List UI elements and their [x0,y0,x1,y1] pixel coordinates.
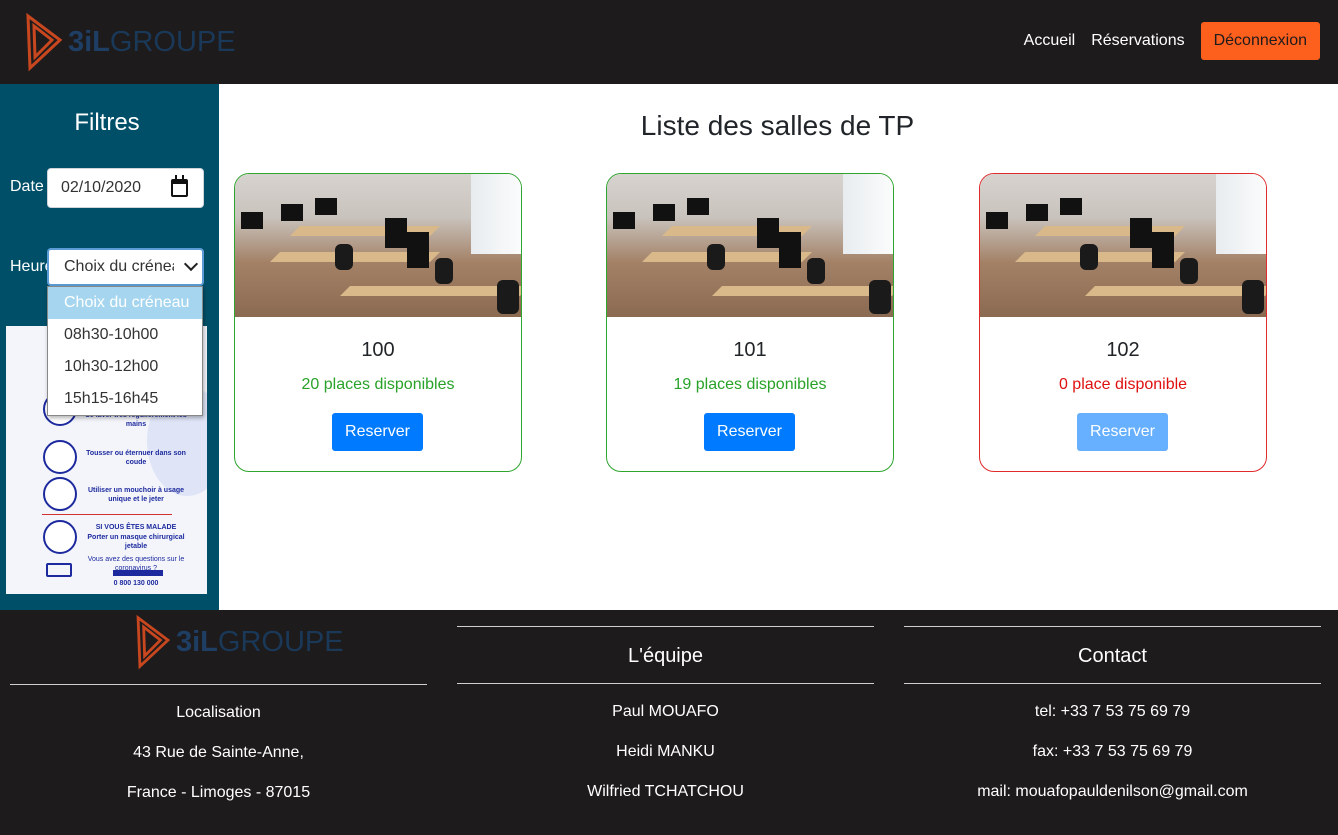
footer-divider [457,626,874,627]
team-member: Paul MOUAFO [612,703,719,720]
footer-logo: 3iLGROUPE [134,614,344,670]
contact-mail[interactable]: mail: mouafopauldenilson@gmail.com [904,783,1321,801]
team-title: L'équipe [628,645,703,667]
contact-tel: tel: +33 7 53 75 69 79 [1034,703,1191,720]
logo-play-icon [26,12,63,72]
header-logo[interactable]: 3iLGROUPE [24,12,236,72]
date-input[interactable]: 02/10/2020 [47,168,204,208]
nav-links: Accueil Réservations Déconnexion [1024,22,1320,60]
logout-button[interactable]: Déconnexion [1200,22,1320,60]
chevron-down-icon [183,256,199,272]
filters-sidebar: Filtres Date 02/10/2020 Heure Choix du c… [0,84,219,610]
room-card-102: 102 0 place disponible Reserver [979,173,1267,472]
poster-phone: 0 800 130 000 [113,580,159,587]
footer-divider [904,626,1321,627]
room-availability: 19 places disponibles [673,376,827,393]
location-title: Localisation [176,704,261,721]
logo-group: GROUPE [217,625,344,658]
room-card-101: 101 19 places disponibles Reserver [606,173,894,472]
time-slot-option[interactable]: 08h30-10h00 [48,319,202,351]
filters-title: Filtres [74,109,140,136]
room-photo [607,174,893,317]
logo-brand: 3iL [176,625,218,658]
date-label: Date [10,178,44,195]
date-value: 02/10/2020 [61,179,142,196]
contact-fax: fax: +33 7 53 75 69 79 [1032,743,1193,760]
time-slot-select[interactable]: Choix du créneau [47,248,204,286]
footer: 3iLGROUPE Localisation 43 Rue de Sainte-… [0,610,1338,835]
poster-line-5: Porter un masque chirurgical jetable [87,534,185,550]
room-availability: 0 place disponible [1058,376,1188,393]
poster-line-2: Tousser ou éternuer dans son coude [86,450,186,466]
poster-banner [113,570,163,576]
logo-brand: 3iL [68,25,110,58]
reserve-button-disabled: Reserver [1077,413,1168,451]
tissue-icon [43,477,77,511]
room-number: 101 [733,339,767,361]
poster-divider [42,514,172,515]
reserve-button[interactable]: Reserver [332,413,423,451]
footer-divider [457,683,874,684]
logo-group: GROUPE [109,25,236,58]
main-content: Liste des salles de TP 100 20 places dis… [219,84,1338,610]
footer-divider [904,683,1321,684]
room-number: 100 [361,339,395,361]
room-photo [980,174,1266,317]
team-member: Wilfried TCHATCHOU [587,783,744,800]
time-slot-dropdown: Choix du créneau 08h30-10h00 10h30-12h00… [47,286,203,416]
time-slot-option[interactable]: Choix du créneau [48,287,202,319]
poster-line-3: Utiliser un mouchoir à usage unique et l… [87,487,185,503]
reserve-button[interactable]: Reserver [704,413,795,451]
laptop-icon [46,563,72,577]
room-photo [235,174,521,317]
cough-icon [43,440,77,474]
nav-accueil[interactable]: Accueil [1024,24,1076,58]
room-card-100: 100 20 places disponibles Reserver [234,173,522,472]
contact-title: Contact [1078,645,1147,667]
address-street: 43 Rue de Sainte-Anne, [133,744,304,761]
top-navbar: 3iLGROUPE Accueil Réservations Déconnexi… [0,0,1338,84]
time-slot-value: Choix du créneau [64,258,174,275]
page-title: Liste des salles de TP [640,110,915,141]
team-member: Heidi MANKU [616,743,715,760]
logo-play-icon [136,614,171,670]
time-slot-option[interactable]: 15h15-16h45 [48,383,202,415]
footer-divider [10,684,427,685]
room-availability: 20 places disponibles [301,376,455,393]
poster-line-4: SI VOUS ÊTES MALADE [95,524,177,531]
address-city: France - Limoges - 87015 [126,784,311,801]
room-number: 102 [1106,339,1140,361]
calendar-icon[interactable] [171,175,188,197]
nav-reservations[interactable]: Réservations [1091,24,1184,58]
time-slot-option[interactable]: 10h30-12h00 [48,351,202,383]
mask-icon [43,520,77,554]
